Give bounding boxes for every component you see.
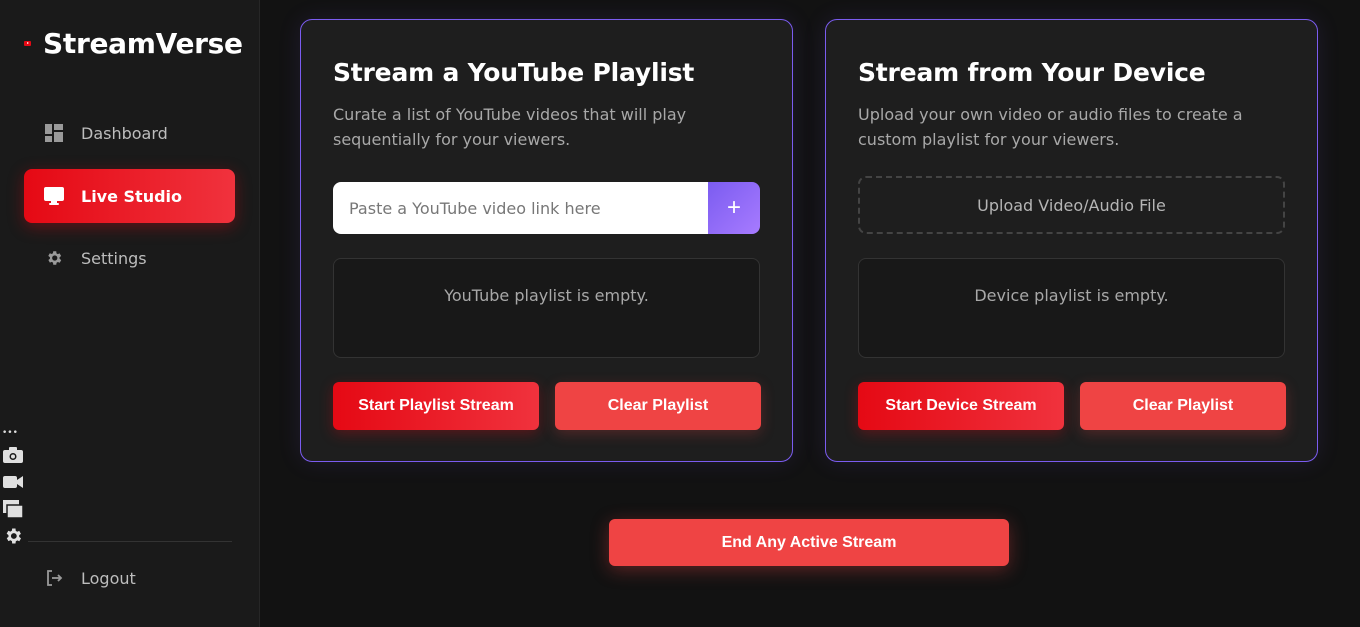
empty-state-text: YouTube playlist is empty. xyxy=(444,286,649,305)
sidebar-divider xyxy=(28,541,232,542)
monitor-icon xyxy=(44,186,64,206)
clear-device-playlist-button[interactable]: Clear Playlist xyxy=(1080,382,1286,430)
panel-description: Curate a list of YouTube videos that wil… xyxy=(333,105,687,149)
sidebar-item-live-studio[interactable]: Live Studio xyxy=(24,169,235,223)
plus-icon: + xyxy=(726,194,741,221)
sidebar: StreamVerse Dashboard Live Studio Settin… xyxy=(0,0,260,627)
dashboard-icon xyxy=(44,123,64,143)
device-stream-panel: Stream from Your Device Upload your own … xyxy=(825,19,1318,462)
sidebar-item-label: Live Studio xyxy=(81,186,183,206)
youtube-link-input[interactable] xyxy=(333,182,709,234)
clear-youtube-playlist-button[interactable]: Clear Playlist xyxy=(555,382,761,430)
youtube-playlist-panel: Stream a YouTube Playlist Curate a list … xyxy=(300,19,793,462)
video-camera-icon[interactable] xyxy=(2,471,24,493)
end-active-stream-button[interactable]: End Any Active Stream xyxy=(609,519,1009,566)
add-video-button[interactable]: + xyxy=(708,182,760,234)
start-device-stream-button[interactable]: Start Device Stream xyxy=(858,382,1064,430)
gear-icon[interactable] xyxy=(2,525,24,547)
play-logo-icon xyxy=(24,41,31,46)
device-playlist-list: Device playlist is empty. xyxy=(858,258,1285,358)
empty-state-text: Device playlist is empty. xyxy=(974,286,1169,305)
brand[interactable]: StreamVerse xyxy=(24,27,243,60)
more-options-icon[interactable]: ••• xyxy=(2,428,26,440)
panel-description: Upload your own video or audio files to … xyxy=(858,105,1243,149)
start-playlist-stream-button[interactable]: Start Playlist Stream xyxy=(333,382,539,430)
panel-title: Stream a YouTube Playlist xyxy=(333,58,695,87)
logout-icon xyxy=(44,568,64,588)
sidebar-item-label: Settings xyxy=(81,248,147,268)
windows-icon[interactable] xyxy=(2,498,24,520)
camera-icon[interactable] xyxy=(2,444,24,466)
sidebar-item-settings[interactable]: Settings xyxy=(24,231,235,285)
panel-title: Stream from Your Device xyxy=(858,58,1206,87)
upload-label: Upload Video/Audio File xyxy=(977,195,1166,215)
brand-name: StreamVerse xyxy=(43,27,243,60)
logout-label: Logout xyxy=(81,568,136,588)
gear-icon xyxy=(44,248,64,268)
floating-toolbar: ••• xyxy=(2,428,26,552)
youtube-playlist-list: YouTube playlist is empty. xyxy=(333,258,760,358)
sidebar-item-label: Dashboard xyxy=(81,123,168,143)
sidebar-item-dashboard[interactable]: Dashboard xyxy=(24,106,235,160)
upload-file-dropzone[interactable]: Upload Video/Audio File xyxy=(858,176,1285,234)
logout-button[interactable]: Logout xyxy=(24,551,235,605)
